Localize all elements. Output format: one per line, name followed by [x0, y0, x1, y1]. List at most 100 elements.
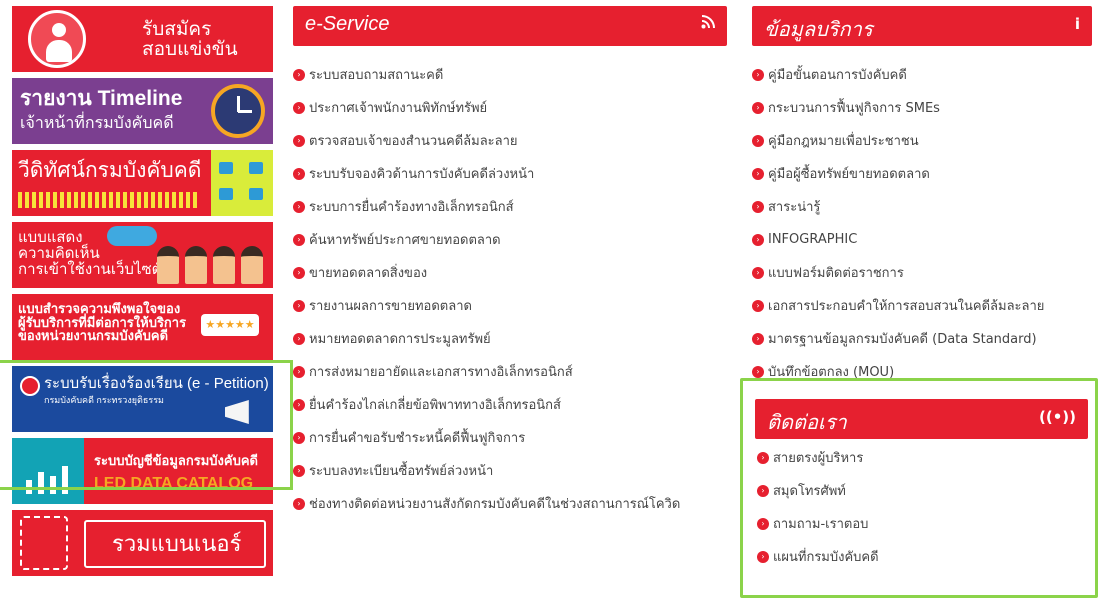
- arrow-bullet-icon: ›: [757, 484, 769, 497]
- banner-petition-subtitle: กรมบังคับคดี กระทรวงยุติธรรม: [44, 395, 164, 405]
- speech-bubble-icon: [107, 226, 157, 246]
- info-header: ข้อมูลบริการ i: [752, 6, 1092, 46]
- list-item[interactable]: › สมุดโทรศัพท์: [757, 474, 879, 507]
- banner-feedback-line3: การเข้าใช้งานเว็บไซต์: [18, 260, 162, 278]
- banner-e-petition[interactable]: ระบบรับเรื่องร้องเรียน (e - Petition) กร…: [12, 366, 273, 432]
- rating-stars-icon: ★★★★★: [201, 314, 259, 336]
- arrow-bullet-icon: ›: [757, 550, 769, 563]
- contact-header: ติดต่อเรา ((•)): [755, 399, 1088, 439]
- banner-column: รับสมัคร สอบแข่งขัน รายงาน Timeline เจ้า…: [12, 6, 273, 582]
- arrow-bullet-icon: ›: [293, 167, 305, 180]
- list-item[interactable]: › ค้นหาทรัพย์ประกาศขายทอดตลาด: [293, 223, 727, 256]
- people-illustration: [157, 230, 267, 284]
- list-item[interactable]: › ช่องทางติดต่อหน่วยงานสังกัดกรมบังคับคดี…: [293, 487, 727, 520]
- arrow-bullet-icon: ›: [293, 332, 305, 345]
- info-list: › คู่มือขั้นตอนการบังคับคดี › กระบวนการฟื้…: [752, 58, 1092, 388]
- banner-catalog-subtitle: LED DATA CATALOG: [94, 475, 254, 492]
- list-item[interactable]: › ระบบสอบถามสถานะคดี: [293, 58, 727, 91]
- list-item[interactable]: › รายงานผลการขายทอดตลาด: [293, 289, 727, 322]
- list-item[interactable]: › ระบบรับจองคิวด้านการบังคับคดีล่วงหน้า: [293, 157, 727, 190]
- petition-logo-icon: [20, 376, 40, 396]
- eservice-list: › ระบบสอบถามสถานะคดี › ประกาศเจ้าพนักงานพิ…: [293, 58, 727, 520]
- arrow-bullet-icon: ›: [752, 101, 764, 114]
- banner-feedback-line2: ความคิดเห็น: [18, 244, 100, 262]
- arrow-bullet-icon: ›: [293, 68, 305, 81]
- arrow-bullet-icon: ›: [293, 101, 305, 114]
- banner-all-title: รวมแบนเนอร์: [112, 531, 242, 556]
- info-section: ข้อมูลบริการ i › คู่มือขั้นตอนการบังคับคด…: [752, 6, 1092, 388]
- list-item[interactable]: › สายตรงผู้บริหาร: [757, 441, 879, 474]
- arrow-bullet-icon: ›: [293, 398, 305, 411]
- banner-feedback[interactable]: แบบแสดง ความคิดเห็น การเข้าใช้งานเว็บไซต…: [12, 222, 273, 288]
- arrow-bullet-icon: ›: [757, 451, 769, 464]
- list-item[interactable]: › ยื่นคำร้องไกล่เกลี่ยข้อพิพาททางอิเล็กทร…: [293, 388, 727, 421]
- banner-petition-title: ระบบรับเรื่องร้องเรียน (e - Petition): [44, 375, 269, 392]
- list-item[interactable]: › คู่มือขั้นตอนการบังคับคดี: [752, 58, 1092, 91]
- arrow-bullet-icon: ›: [752, 68, 764, 81]
- contact-section: ติดต่อเรา ((•)) › สายตรงผู้บริหาร › สมุดโท…: [740, 378, 1098, 598]
- arrow-bullet-icon: ›: [752, 332, 764, 345]
- arrow-bullet-icon: ›: [752, 200, 764, 213]
- doodle-icon: [20, 516, 68, 570]
- eservice-title: e-Service: [305, 13, 390, 35]
- banner-video-title: วีดิทัศน์กรมบังคับคดี: [18, 159, 202, 182]
- eservice-header: e-Service: [293, 6, 727, 46]
- list-item[interactable]: › INFOGRAPHIC: [752, 223, 1092, 256]
- banner-video[interactable]: วีดิทัศน์กรมบังคับคดี: [12, 150, 273, 216]
- arrow-bullet-icon: ›: [293, 299, 305, 312]
- arrow-bullet-icon: ›: [752, 167, 764, 180]
- list-item[interactable]: › เอกสารประกอบคำให้การสอบสวนในคดีล้มละลาย: [752, 289, 1092, 322]
- banner-catalog-title: ระบบบัญชีข้อมูลกรมบังคับคดี: [94, 453, 258, 468]
- info-icon: i: [1074, 15, 1080, 33]
- list-item[interactable]: › หมายทอดตลาดการประมูลทรัพย์: [293, 322, 727, 355]
- arrow-bullet-icon: ›: [293, 365, 305, 378]
- banner-survey-line2: ผู้รับบริการที่มีต่อการให้บริการ: [18, 314, 187, 330]
- list-item[interactable]: › การยื่นคำขอรับชำระหนี้คดีฟื้นฟูกิจการ: [293, 421, 727, 454]
- banner-all-banners[interactable]: รวมแบนเนอร์: [12, 510, 273, 576]
- banner-survey-line1: แบบสำรวจความพึงพอใจของ: [18, 301, 181, 316]
- arrow-bullet-icon: ›: [293, 266, 305, 279]
- list-item[interactable]: › กระบวนการฟื้นฟูกิจการ SMEs: [752, 91, 1092, 124]
- arrow-bullet-icon: ›: [293, 497, 305, 510]
- list-item[interactable]: › สาระน่ารู้: [752, 190, 1092, 223]
- arrow-bullet-icon: ›: [293, 200, 305, 213]
- banner-timeline[interactable]: รายงาน Timeline เจ้าหน้าที่กรมบังคับคดี: [12, 78, 273, 144]
- clock-icon: [211, 84, 265, 138]
- list-item[interactable]: › การส่งหมายอายัดและเอกสารทางอิเล็กทรอนิก…: [293, 355, 727, 388]
- list-item[interactable]: › ระบบลงทะเบียนซื้อทรัพย์ล่วงหน้า: [293, 454, 727, 487]
- list-item[interactable]: › แผนที่กรมบังคับคดี: [757, 540, 879, 573]
- audio-bars-decoration: [18, 192, 200, 208]
- arrow-bullet-icon: ›: [293, 431, 305, 444]
- arrow-bullet-icon: ›: [757, 517, 769, 530]
- list-item[interactable]: › ประกาศเจ้าพนักงานพิทักษ์ทรัพย์: [293, 91, 727, 124]
- list-item[interactable]: › คู่มือกฎหมายเพื่อประชาชน: [752, 124, 1092, 157]
- chart-icon: [12, 438, 84, 504]
- eservice-section: e-Service › ระบบสอบถามสถานะคดี › ประกาศเจ้…: [293, 6, 727, 520]
- list-item[interactable]: › ขายทอดตลาดสิ่งของ: [293, 256, 727, 289]
- list-item[interactable]: › มาตรฐานข้อมูลกรมบังคับคดี (Data Standar…: [752, 322, 1092, 355]
- banner-satisfaction-survey[interactable]: แบบสำรวจความพึงพอใจของ ผู้รับบริการที่มี…: [12, 294, 273, 360]
- banner-recruitment-line2: สอบแข่งขัน: [142, 38, 238, 60]
- banner-recruitment-line1: รับสมัคร: [142, 19, 212, 40]
- person-icon: [28, 10, 86, 68]
- banner-recruitment[interactable]: รับสมัคร สอบแข่งขัน: [12, 6, 273, 72]
- contact-title: ติดต่อเรา: [767, 412, 847, 434]
- list-item[interactable]: › ตรวจสอบเจ้าของสำนวนคดีล้มละลาย: [293, 124, 727, 157]
- banner-timeline-subtitle: เจ้าหน้าที่กรมบังคับคดี: [20, 115, 174, 132]
- megaphone-icon: [225, 400, 249, 424]
- list-item[interactable]: › คู่มือผู้ซื้อทรัพย์ขายทอดตลาด: [752, 157, 1092, 190]
- arrow-bullet-icon: ›: [293, 464, 305, 477]
- list-item[interactable]: › ระบบการยื่นคำร้องทางอิเล็กทรอนิกส์: [293, 190, 727, 223]
- contact-list: › สายตรงผู้บริหาร › สมุดโทรศัพท์ › ถามถาม-เ…: [757, 441, 879, 573]
- arrow-bullet-icon: ›: [293, 233, 305, 246]
- arrow-bullet-icon: ›: [752, 134, 764, 147]
- list-item[interactable]: › แบบฟอร์มติดต่อราชการ: [752, 256, 1092, 289]
- info-title: ข้อมูลบริการ: [764, 19, 873, 41]
- banner-data-catalog[interactable]: ระบบบัญชีข้อมูลกรมบังคับคดี LED DATA CAT…: [12, 438, 273, 504]
- list-item[interactable]: › ถามถาม-เราตอบ: [757, 507, 879, 540]
- arrow-bullet-icon: ›: [752, 299, 764, 312]
- media-icons-panel: [211, 150, 273, 216]
- rss-icon: [701, 15, 715, 33]
- broadcast-icon: ((•)): [1038, 408, 1076, 426]
- arrow-bullet-icon: ›: [752, 266, 764, 279]
